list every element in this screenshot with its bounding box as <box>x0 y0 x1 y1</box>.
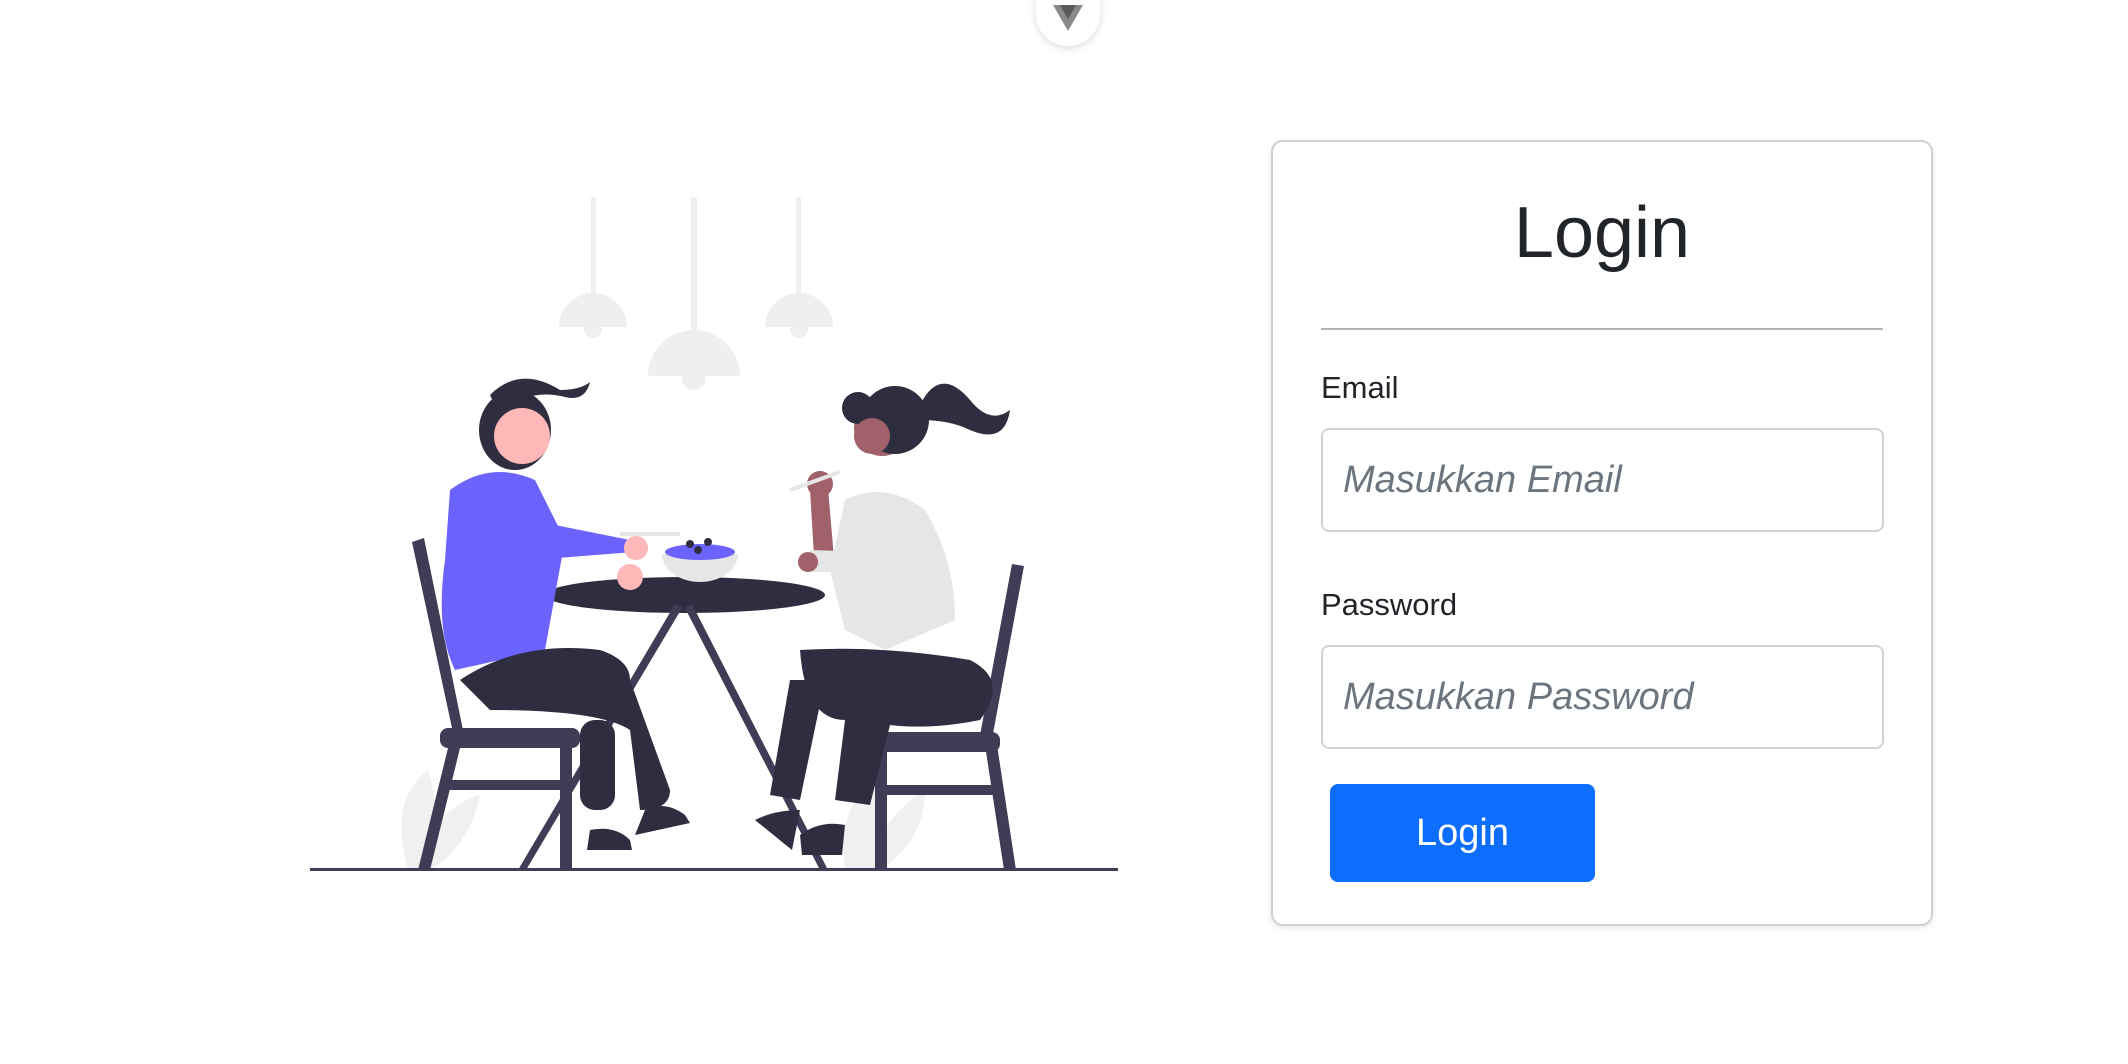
login-title: Login <box>1513 193 1691 273</box>
vue-devtools-toggle[interactable] <box>1036 0 1100 46</box>
floor-line <box>310 868 1118 871</box>
password-input[interactable] <box>1321 645 1884 749</box>
title-divider <box>1321 328 1883 330</box>
password-label: Password <box>1321 587 1458 622</box>
vue-logo-icon <box>1053 5 1083 36</box>
dining-couple-illustration <box>300 180 1140 880</box>
email-input[interactable] <box>1321 428 1884 532</box>
email-label: Email <box>1321 370 1399 405</box>
login-button[interactable]: Login <box>1330 784 1595 882</box>
bowl <box>662 538 738 582</box>
hanging-lamps <box>559 197 833 390</box>
login-card: Login Email Password Login <box>1271 140 1933 926</box>
